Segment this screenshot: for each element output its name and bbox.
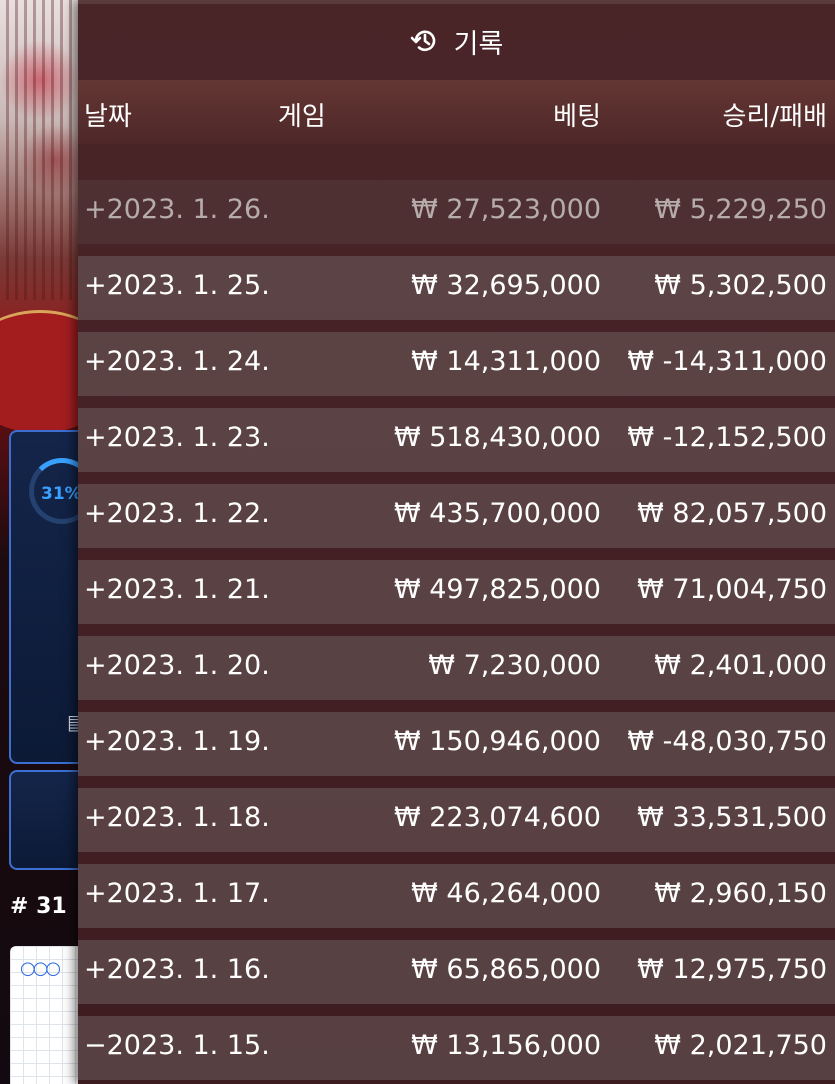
row-bet: ₩ 223,074,600 [393, 802, 601, 833]
row-bet: ₩ 150,946,000 [393, 726, 601, 757]
row-bet: ₩ 32,695,000 [411, 270, 601, 301]
column-headers: 날짜 게임 베팅 승리/패배 [78, 80, 835, 144]
history-icon [410, 30, 435, 52]
row-date: +2023. 1. 16. [84, 954, 270, 985]
row-date: +2023. 1. 22. [84, 498, 270, 529]
row-bet: ₩ 14,311,000 [411, 346, 601, 377]
row-win-loss: ₩ 71,004,750 [637, 574, 827, 605]
column-header-win-loss[interactable]: 승리/패배 [723, 96, 827, 133]
row-date: +2023. 1. 20. [84, 650, 270, 681]
row-win-loss: ₩ 82,057,500 [637, 498, 827, 529]
row-win-loss: ₩ 33,531,500 [637, 802, 827, 833]
history-row[interactable]: +2023. 1. 21. ₩ 497,825,000 ₩ 71,004,750 [78, 560, 835, 624]
row-bet: ₩ 27,523,000 [411, 194, 601, 225]
row-bet: ₩ 65,865,000 [411, 954, 601, 985]
column-header-game[interactable]: 게임 [278, 96, 326, 133]
row-date: +2023. 1. 19. [84, 726, 270, 757]
row-date: +2023. 1. 23. [84, 422, 270, 453]
row-bet: ₩ 435,700,000 [393, 498, 601, 529]
row-win-loss: ₩ -14,311,000 [627, 346, 827, 377]
row-win-loss: ₩ 2,960,150 [654, 878, 827, 909]
history-row[interactable]: +2023. 1. 17. ₩ 46,264,000 ₩ 2,960,150 [78, 864, 835, 928]
history-row[interactable]: +2023. 1. 16. ₩ 65,865,000 ₩ 12,975,750 [78, 940, 835, 1004]
history-row[interactable]: +2023. 1. 24. ₩ 14,311,000 ₩ -14,311,000 [78, 332, 835, 396]
row-date: +2023. 1. 18. [84, 802, 270, 833]
row-date: −2023. 1. 15. [84, 1030, 270, 1061]
history-row[interactable]: +2023. 1. 25. ₩ 32,695,000 ₩ 5,302,500 [78, 256, 835, 320]
row-bet: ₩ 46,264,000 [411, 878, 601, 909]
row-bet: ₩ 518,430,000 [393, 422, 601, 453]
history-row[interactable]: +2023. 1. 19. ₩ 150,946,000 ₩ -48,030,75… [78, 712, 835, 776]
row-bet: ₩ 13,156,000 [411, 1030, 601, 1061]
panel-title: 기록 [453, 28, 504, 60]
row-win-loss: ₩ -12,152,500 [627, 422, 827, 453]
row-win-loss: ₩ 5,302,500 [654, 270, 827, 301]
history-row[interactable]: +2023. 1. 26. ₩ 27,523,000 ₩ 5,229,250 [78, 180, 835, 244]
row-win-loss: ₩ 12,975,750 [637, 954, 827, 985]
column-header-date[interactable]: 날짜 [84, 96, 132, 133]
roadmap-grid: ○○○ [10, 946, 78, 1084]
row-win-loss: ₩ 5,229,250 [654, 194, 827, 225]
row-date: +2023. 1. 25. [84, 270, 270, 301]
history-panel: 기록 날짜 게임 베팅 승리/패배 +2023. 1. 26. ₩ 27,523… [78, 0, 835, 1084]
row-date: +2023. 1. 26. [84, 194, 270, 225]
row-date: +2023. 1. 21. [84, 574, 270, 605]
stats-panel[interactable]: 31% ▤ [9, 430, 95, 764]
roadmap-circles: ○○○ [20, 958, 61, 979]
background-decor [0, 0, 78, 300]
column-header-bet[interactable]: 베팅 [553, 96, 601, 133]
row-win-loss: ₩ -48,030,750 [627, 726, 827, 757]
history-row[interactable]: +2023. 1. 18. ₩ 223,074,600 ₩ 33,531,500 [78, 788, 835, 852]
history-header: 기록 [78, 4, 835, 78]
history-row[interactable]: +2023. 1. 23. ₩ 518,430,000 ₩ -12,152,50… [78, 408, 835, 472]
bet-panel[interactable] [9, 770, 80, 870]
history-row[interactable]: −2023. 1. 15. ₩ 13,156,000 ₩ 2,021,750 [78, 1016, 835, 1080]
row-bet: ₩ 497,825,000 [393, 574, 601, 605]
history-row[interactable]: +2023. 1. 22. ₩ 435,700,000 ₩ 82,057,500 [78, 484, 835, 548]
row-bet: ₩ 7,230,000 [428, 650, 601, 681]
row-win-loss: ₩ 2,401,000 [654, 650, 827, 681]
row-date: +2023. 1. 17. [84, 878, 270, 909]
progress-label: 31% [41, 484, 82, 504]
round-label: # 31 [10, 894, 67, 919]
row-win-loss: ₩ 2,021,750 [654, 1030, 827, 1061]
history-row[interactable]: +2023. 1. 20. ₩ 7,230,000 ₩ 2,401,000 [78, 636, 835, 700]
row-date: +2023. 1. 24. [84, 346, 270, 377]
game-table [0, 310, 78, 433]
